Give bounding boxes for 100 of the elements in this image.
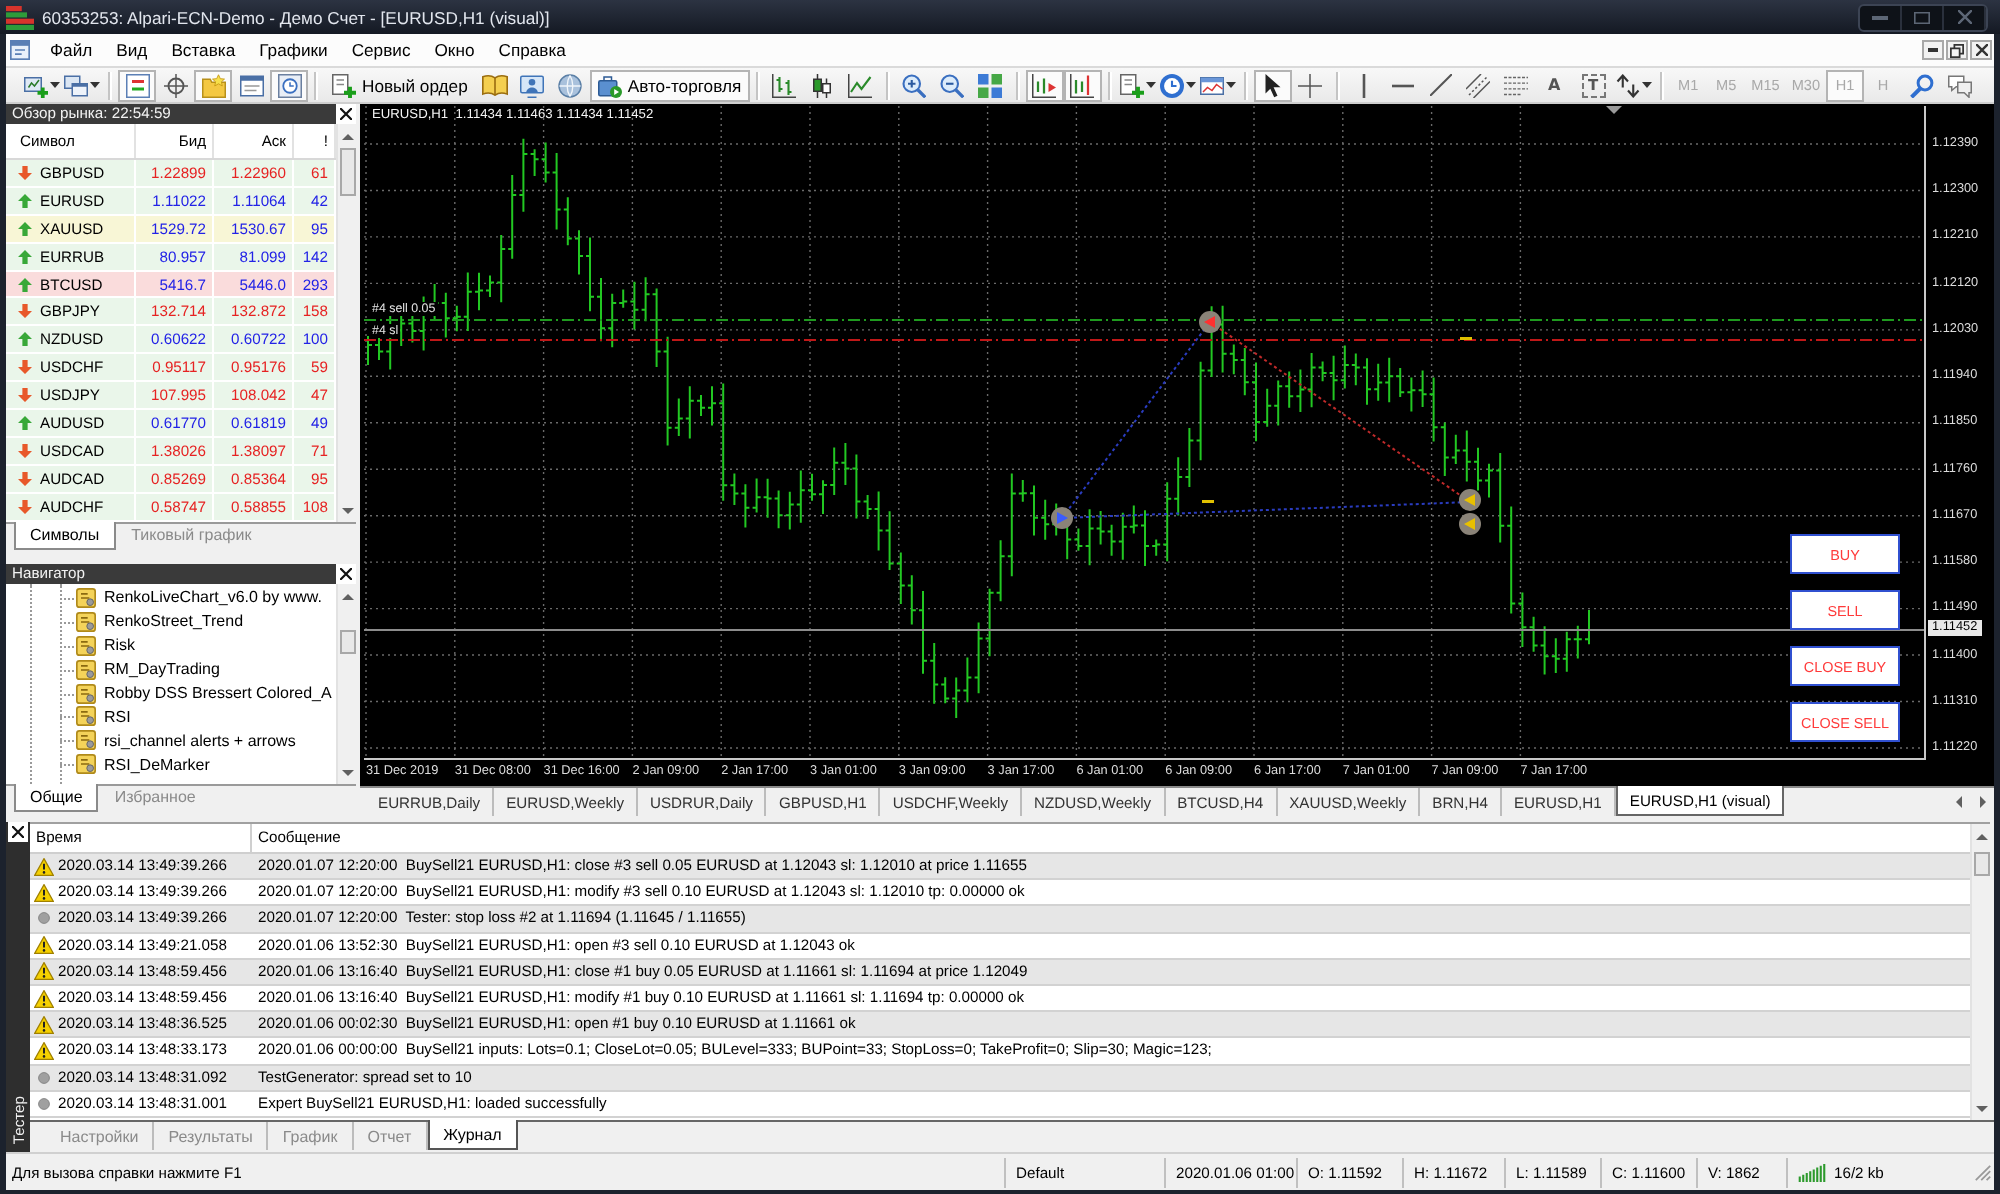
file-gear-icon bbox=[76, 730, 96, 751]
search-icon bbox=[1909, 73, 1934, 97]
close-button[interactable] bbox=[336, 104, 356, 124]
file-gear-icon bbox=[76, 659, 96, 680]
file-gear-icon bbox=[76, 611, 96, 632]
navigator-item[interactable]: Robby DSS Bressert Colored_A bbox=[6, 681, 336, 705]
warning-icon bbox=[34, 1041, 54, 1060]
minimize-icon bbox=[1928, 48, 1938, 52]
trade-marker-icon[interactable] bbox=[1459, 513, 1481, 535]
navigator-item[interactable]: rsi_channel alerts + arrows bbox=[6, 728, 336, 753]
file-gear-icon bbox=[76, 706, 96, 727]
menu-item[interactable]: Сервис bbox=[339, 35, 423, 65]
grid-icon bbox=[978, 73, 1003, 97]
close-icon bbox=[1957, 10, 1971, 24]
menu-item[interactable]: Файл bbox=[38, 35, 105, 65]
navigator-item[interactable]: RenkoLiveChart_v6.0 by www. bbox=[6, 586, 336, 610]
restore-button[interactable] bbox=[1946, 40, 1968, 60]
clock-window-icon bbox=[277, 73, 301, 97]
close-icon bbox=[12, 826, 24, 838]
restore-icon bbox=[1950, 43, 1964, 57]
zoom-in-icon bbox=[902, 73, 927, 97]
navigator-item[interactable]: Risk bbox=[6, 633, 336, 658]
scroll-down-icon[interactable] bbox=[341, 769, 353, 775]
folder-star-icon bbox=[201, 73, 225, 97]
file-gear-icon bbox=[76, 683, 96, 703]
close-button[interactable] bbox=[336, 564, 356, 584]
scroll-up-icon[interactable] bbox=[1975, 833, 1987, 839]
scroll-left-icon[interactable] bbox=[1955, 796, 1961, 808]
stacked-windows-icon bbox=[64, 73, 88, 97]
close-icon bbox=[1975, 44, 1987, 56]
triangle-marker-icon[interactable] bbox=[1606, 106, 1622, 114]
menu-item[interactable]: Вид bbox=[104, 35, 160, 65]
menu-item[interactable]: Вставка bbox=[159, 35, 248, 65]
scroll-thumb[interactable] bbox=[339, 148, 355, 196]
navigator-item[interactable]: RSI_DeMarker bbox=[6, 752, 336, 777]
price-list-icon bbox=[125, 73, 149, 97]
document-icon bbox=[10, 40, 30, 60]
parallel-lines-icon bbox=[1466, 73, 1491, 97]
up-down-arrows-icon bbox=[1615, 73, 1640, 97]
tab[interactable]: Журнал bbox=[427, 1120, 518, 1150]
chart-divider-icon bbox=[1070, 73, 1095, 97]
cursor-icon bbox=[1263, 73, 1282, 97]
trade-marker-icon[interactable] bbox=[1051, 507, 1073, 529]
scroll-down-icon[interactable] bbox=[341, 507, 353, 513]
trade-marker-icon[interactable] bbox=[1459, 489, 1481, 511]
warning-icon bbox=[34, 962, 54, 981]
text-tool-button[interactable]: A bbox=[1535, 69, 1574, 101]
add-document-icon bbox=[332, 73, 356, 97]
diagonal-line-icon bbox=[1429, 74, 1452, 96]
navigator-item[interactable]: RenkoStreet_Trend bbox=[6, 609, 336, 634]
warning-icon bbox=[34, 883, 54, 902]
close-icon bbox=[340, 568, 352, 580]
close-icon bbox=[340, 108, 352, 120]
scroll-right-icon[interactable] bbox=[1979, 796, 1985, 808]
zoom-out-icon bbox=[940, 73, 965, 97]
target-icon bbox=[163, 73, 187, 97]
scrollbar[interactable] bbox=[336, 584, 356, 784]
navigator-item[interactable]: RM_DayTrading bbox=[6, 657, 336, 682]
signal-bars-icon bbox=[1798, 1163, 1826, 1181]
toolbar-button[interactable] bbox=[1253, 69, 1292, 101]
menu-item[interactable]: Графики bbox=[247, 35, 340, 65]
add-chart-icon bbox=[24, 73, 48, 97]
info-icon bbox=[38, 912, 50, 925]
app-logo-icon bbox=[6, 5, 34, 29]
close-button[interactable] bbox=[1970, 40, 1992, 60]
window-icon bbox=[239, 73, 263, 97]
toolbar-button[interactable] bbox=[1613, 69, 1654, 101]
warning-icon bbox=[34, 1015, 54, 1034]
scroll-thumb[interactable] bbox=[1973, 852, 1989, 876]
file-gear-icon bbox=[76, 754, 96, 775]
menu-item[interactable]: Справка bbox=[486, 35, 578, 65]
tab[interactable]: Общие bbox=[14, 784, 99, 812]
crosshair-icon bbox=[1298, 73, 1323, 97]
close-button[interactable] bbox=[8, 822, 28, 842]
trade-marker-icon[interactable] bbox=[1199, 311, 1221, 333]
scroll-down-icon[interactable] bbox=[1975, 1105, 1987, 1111]
chart-arrow-icon bbox=[1032, 73, 1057, 97]
toolbar-button[interactable]: Новый ордер bbox=[324, 69, 476, 101]
toolbar-button[interactable]: Авто-торговля bbox=[589, 69, 750, 101]
scrollbar[interactable] bbox=[336, 124, 356, 522]
minimize-icon bbox=[1872, 15, 1888, 19]
file-gear-icon bbox=[76, 587, 96, 608]
scroll-thumb[interactable] bbox=[339, 630, 355, 654]
navigator-item[interactable]: RSI bbox=[6, 704, 336, 729]
line-chart-icon bbox=[848, 73, 873, 97]
warning-icon bbox=[34, 989, 54, 1008]
menu-item[interactable]: Окно bbox=[422, 35, 487, 65]
toolbar-button[interactable] bbox=[1063, 69, 1102, 101]
dashed-lines-icon bbox=[1504, 75, 1529, 95]
tab[interactable]: Символы bbox=[14, 522, 116, 550]
briefcase-play-icon bbox=[597, 73, 622, 97]
scrollbar[interactable] bbox=[1970, 824, 1990, 1120]
scroll-up-icon[interactable] bbox=[341, 133, 353, 139]
scroll-up-icon[interactable] bbox=[341, 593, 353, 599]
add-document-icon bbox=[1119, 73, 1144, 97]
toolbar-button[interactable] bbox=[1025, 69, 1064, 101]
minimize-button[interactable] bbox=[1922, 40, 1944, 60]
user-icon bbox=[520, 73, 545, 97]
horizontal-line-icon bbox=[1391, 81, 1414, 89]
bar-chart-icon bbox=[772, 73, 797, 97]
